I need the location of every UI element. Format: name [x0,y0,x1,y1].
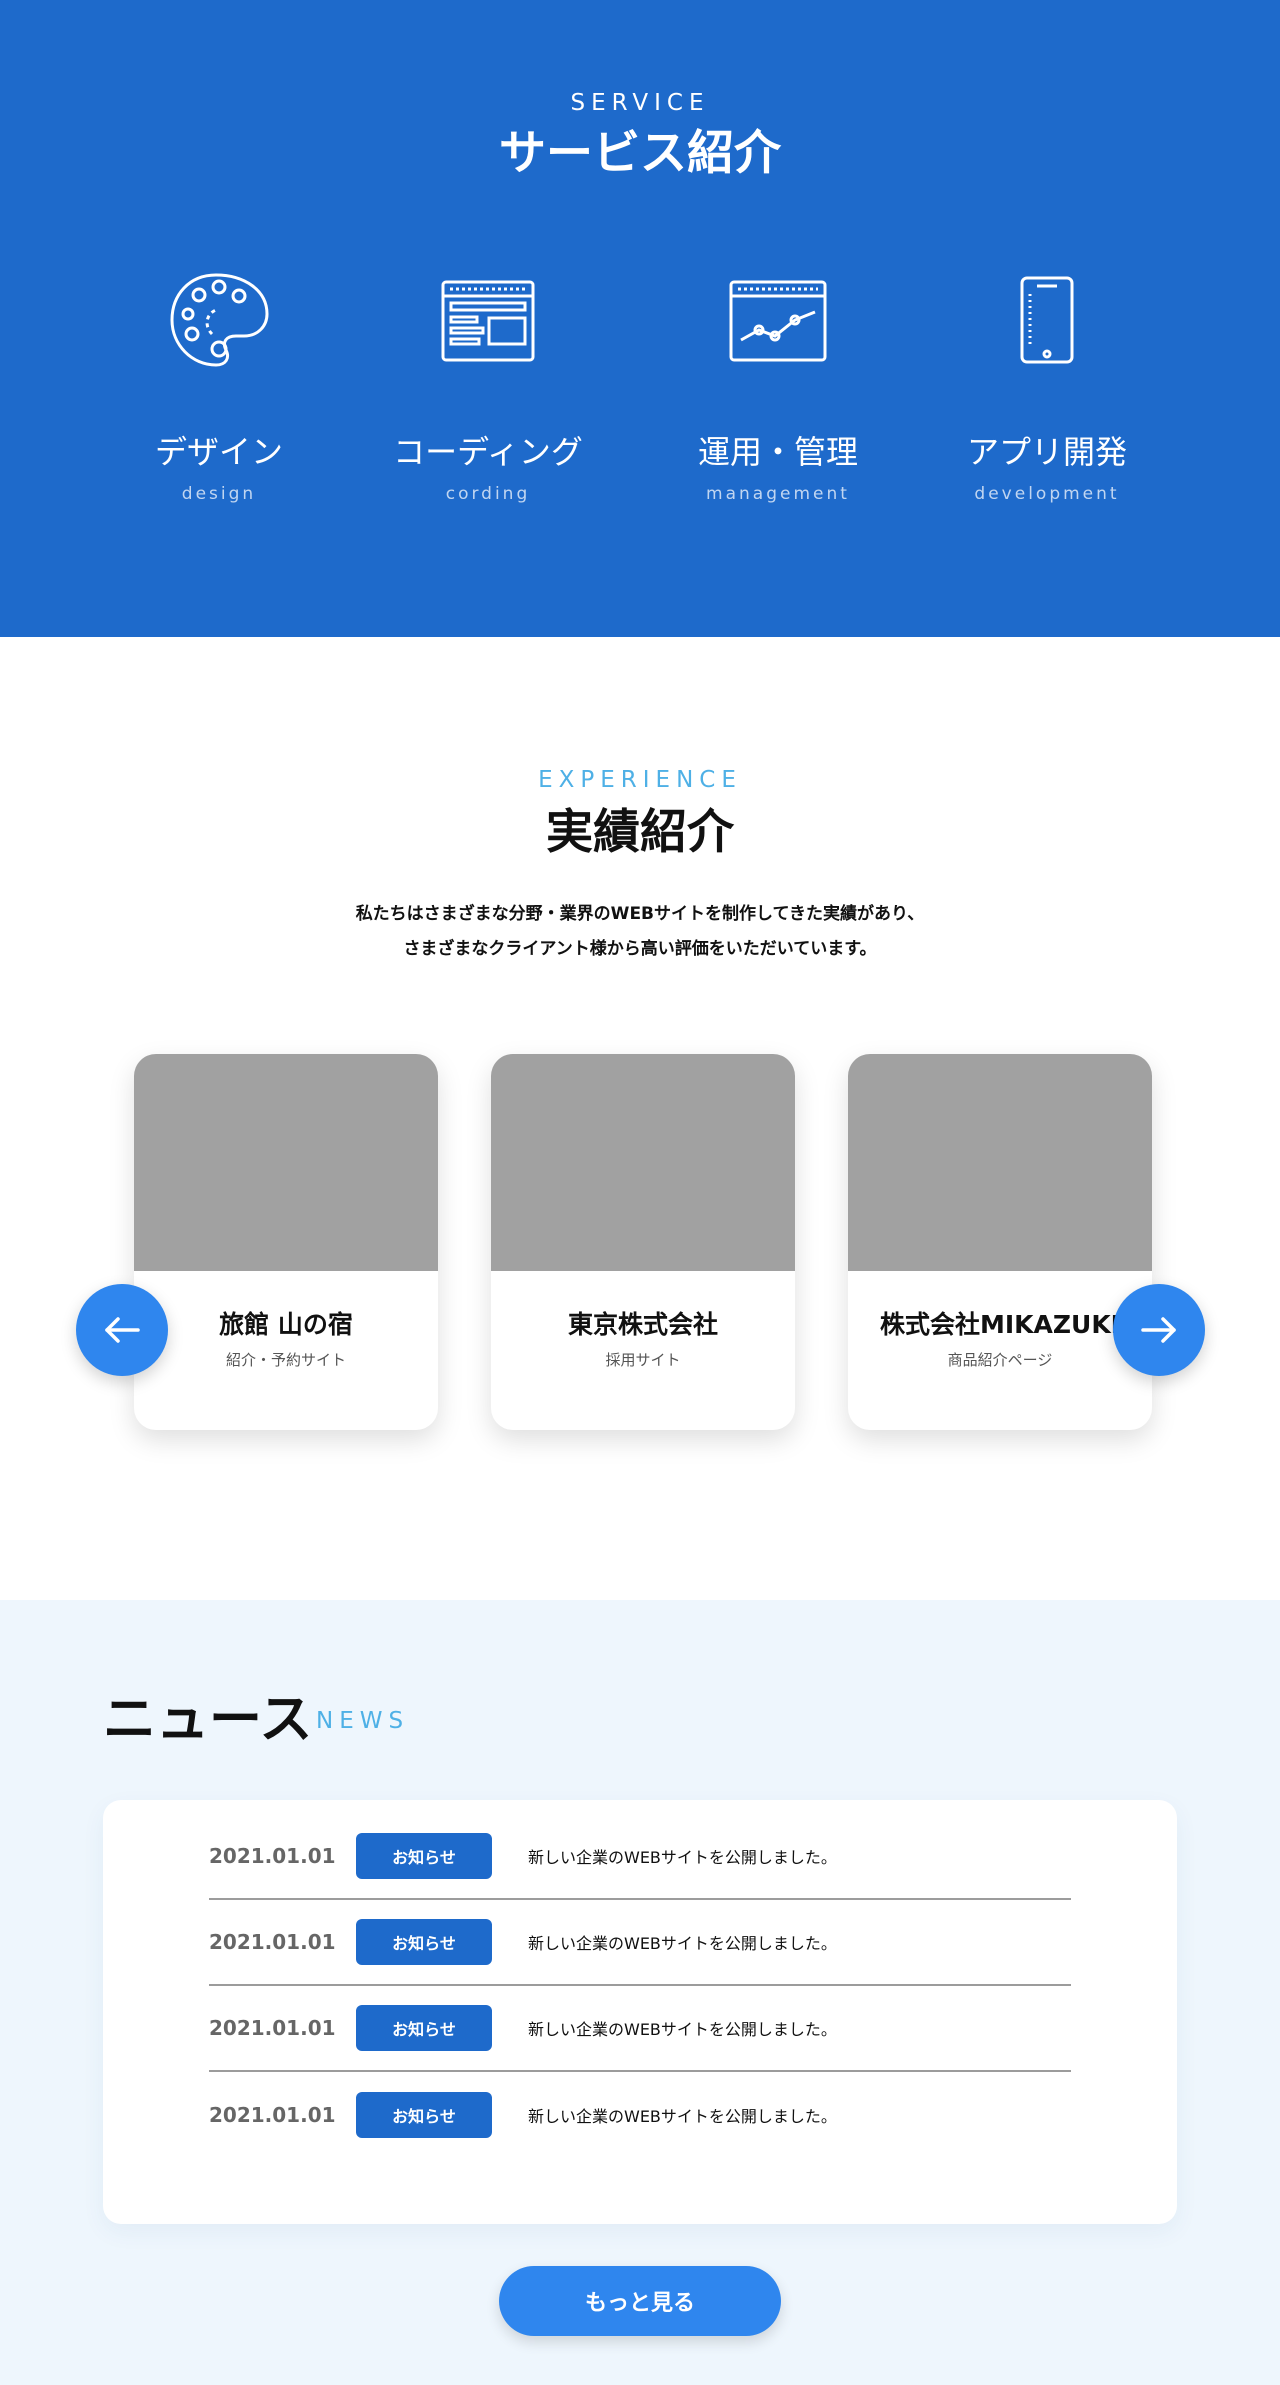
service-label: コーディング [393,433,583,471]
more-news-button[interactable]: もっと見る [499,2266,781,2336]
news-category-badge: お知らせ [356,1919,492,1965]
card-description: 紹介・予約サイト [225,1351,346,1369]
service-item-coding[interactable]: コーディング cording [358,270,618,504]
works-card[interactable]: 東京株式会社 採用サイト [491,1054,795,1430]
news-category-badge: お知らせ [356,1833,492,1879]
news-category-badge: お知らせ [356,2005,492,2051]
service-section: SERVICE サービス紹介 デザイン design コーディング cordin… [0,0,1280,637]
news-date: 2021.01.01 [209,2016,336,2040]
news-item[interactable]: 2021.01.01 お知らせ 新しい企業のWEBサイトを公開しました。 [209,1986,1071,2072]
palette-icon [170,273,269,367]
experience-title: 実績紹介 [546,805,734,860]
news-title: ニュース [103,1689,313,1750]
news-date: 2021.01.01 [209,1930,336,1954]
smartphone-icon [1020,276,1074,364]
service-label: アプリ開発 [966,433,1127,471]
experience-lead: 私たちはさまざまな分野・業界のWEBサイトを制作してきた実績があり、 さまざまな… [0,897,1280,967]
arrow-left-icon [105,1317,140,1343]
service-title: サービス紹介 [499,126,781,181]
carousel-next-button[interactable] [1113,1284,1205,1376]
news-date: 2021.01.01 [209,1844,336,1868]
card-description: 採用サイト [605,1351,681,1369]
web-layout-icon [441,280,535,362]
analytics-chart-icon [729,280,827,362]
works-card[interactable]: 株式会社MIKAZUKI 商品紹介ページ [848,1054,1152,1430]
service-sub: design [181,484,257,504]
card-title: 旅館 山の宿 [219,1310,353,1339]
experience-eyebrow: EXPERIENCE [538,767,742,793]
carousel-prev-button[interactable] [76,1284,168,1376]
news-date: 2021.01.01 [209,2103,336,2127]
service-item-app[interactable]: アプリ開発 development [917,270,1177,504]
service-item-management[interactable]: 運用・管理 management [648,270,908,504]
news-item[interactable]: 2021.01.01 お知らせ 新しい企業のWEBサイトを公開しました。 [209,2072,1071,2158]
news-item[interactable]: 2021.01.01 お知らせ 新しい企業のWEBサイトを公開しました。 [209,1814,1071,1900]
works-card[interactable]: 旅館 山の宿 紹介・予約サイト [134,1054,438,1430]
card-title: 東京株式会社 [567,1310,718,1339]
news-list: 2021.01.01 お知らせ 新しい企業のWEBサイトを公開しました。 202… [103,1800,1177,2224]
lead-line: さまざまなクライアント様から高い評価をいただいています。 [403,939,877,959]
news-section: ニュース NEWS 2021.01.01 お知らせ 新しい企業のWEBサイトを公… [0,1600,1280,2385]
news-headline: 新しい企業のWEBサイトを公開しました。 [528,1848,837,1867]
experience-section: EXPERIENCE 実績紹介 私たちはさまざまな分野・業界のWEBサイトを制作… [0,637,1280,1600]
news-headline: 新しい企業のWEBサイトを公開しました。 [528,2020,837,2039]
card-description: 商品紹介ページ [947,1351,1053,1369]
service-label: デザイン [154,433,283,471]
service-sub: development [974,484,1120,504]
news-item[interactable]: 2021.01.01 お知らせ 新しい企業のWEBサイトを公開しました。 [209,1900,1071,1986]
card-thumbnail [134,1054,438,1271]
card-thumbnail [848,1054,1152,1271]
service-sub: cording [445,484,531,504]
service-eyebrow: SERVICE [570,90,710,116]
news-headline: 新しい企業のWEBサイトを公開しました。 [528,1934,837,1953]
news-category-badge: お知らせ [356,2092,492,2138]
news-eyebrow: NEWS [316,1708,410,1734]
lead-line: 私たちはさまざまな分野・業界のWEBサイトを制作してきた実績があり、 [355,904,925,924]
card-thumbnail [491,1054,795,1271]
arrow-right-icon [1141,1317,1176,1343]
card-title: 株式会社MIKAZUKI [879,1310,1120,1339]
service-item-design[interactable]: デザイン design [89,270,349,504]
news-headline: 新しい企業のWEBサイトを公開しました。 [528,2107,837,2126]
service-sub: management [706,484,850,504]
service-label: 運用・管理 [697,433,858,471]
